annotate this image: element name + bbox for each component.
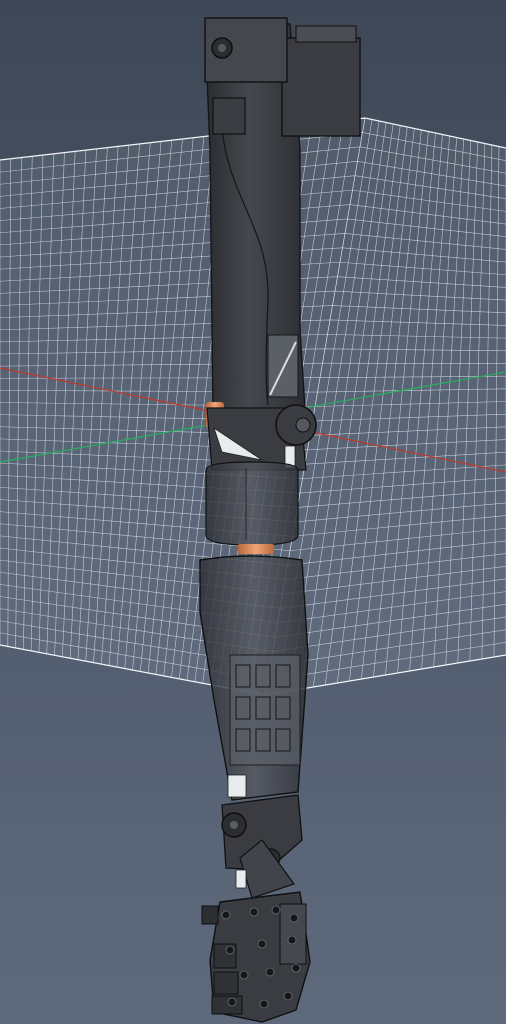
gripper-bolt	[221, 910, 231, 920]
gripper-bolt	[265, 967, 275, 977]
gripper-bolt	[257, 939, 267, 949]
scene-canvas[interactable]	[0, 0, 506, 1024]
gripper-bolt	[271, 905, 281, 915]
cad-viewport[interactable]	[0, 0, 506, 1024]
wrist-joint[interactable]	[221, 794, 303, 899]
forearm-rotator-body	[205, 461, 299, 546]
forearm-segment[interactable]	[199, 555, 309, 801]
gripper-finger-2	[213, 971, 239, 995]
shoulder-servo-cap	[295, 25, 357, 43]
gripper-bolt	[291, 963, 301, 973]
forearm-cutout	[227, 774, 247, 798]
shoulder-bolt-center	[218, 44, 226, 52]
gripper-bolt	[287, 935, 297, 945]
wrist-rotator-bearing	[238, 544, 274, 554]
gripper-bolt	[283, 991, 293, 1001]
gripper-bolt	[289, 913, 299, 923]
wrist-white-link	[235, 869, 247, 889]
gripper-bolt	[259, 999, 269, 1009]
gripper-bolt	[249, 907, 259, 917]
wrist-pivot-inner	[230, 821, 238, 829]
gripper-plate-right	[279, 903, 307, 965]
shoulder-bracket	[212, 97, 246, 135]
gripper-bolt	[239, 970, 249, 980]
elbow-joint[interactable]	[206, 402, 317, 471]
gripper-finger-3	[211, 995, 243, 1015]
forearm-rotator[interactable]	[205, 461, 299, 554]
elbow-pivot-inner	[295, 417, 311, 433]
gripper-bolt	[225, 945, 235, 955]
gripper-hand[interactable]	[201, 891, 311, 1023]
gripper-tab-left	[201, 905, 219, 925]
gripper-bolt	[227, 997, 237, 1007]
shoulder-servo-housing	[281, 37, 361, 137]
